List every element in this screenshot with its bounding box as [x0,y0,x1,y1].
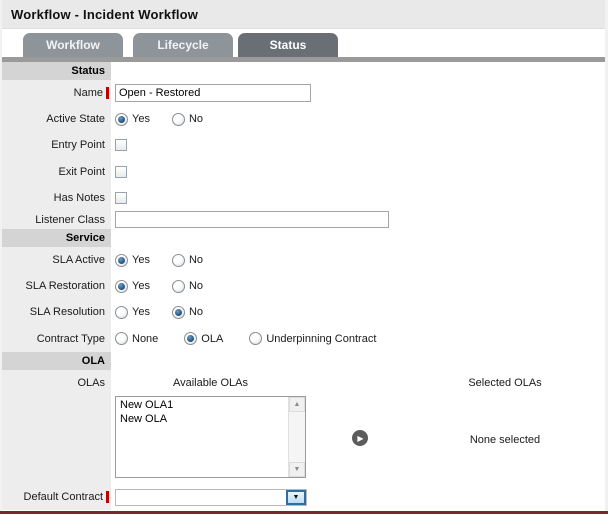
scroll-down-icon[interactable]: ▼ [289,462,305,477]
active-state-no-label: No [188,113,204,125]
workflow-editor-window: Workflow - Incident Workflow Workflow Li… [2,0,605,511]
sla-restoration-label: SLA Restoration [25,280,106,292]
active-state-no-radio[interactable] [171,112,185,126]
field-row-sla-active: SLA Active Yes No [2,247,605,273]
sla-active-no-radio[interactable] [171,253,185,267]
listener-class-label: Listener Class [35,213,105,226]
exit-point-checkbox[interactable] [115,165,127,178]
sla-active-yes-radio[interactable] [115,253,128,267]
name-label: Name [73,87,103,99]
field-row-active-state: Active State Yes No [2,106,605,132]
section-status-label: Status [2,62,111,80]
field-row-has-notes: Has Notes [2,185,605,210]
move-right-icon: ▶ [357,433,364,443]
field-row-listener-class: Listener Class [2,210,605,229]
field-row-contract-type: Contract Type None OLA Underpinning Cont… [2,325,605,352]
sla-restoration-yes-radio[interactable] [115,279,128,293]
available-olas-listbox[interactable]: New OLA1 New OLA ▲ ▼ [115,396,306,478]
selected-olas-empty-text: None selected [469,434,541,446]
section-service-label: Service [2,229,111,247]
sla-resolution-no-label: No [188,306,204,318]
field-row-name: Name [2,80,605,106]
has-notes-label: Has Notes [53,191,105,204]
name-input[interactable] [115,84,311,102]
required-marker [106,87,109,99]
move-right-button[interactable]: ▶ [352,430,368,446]
sla-active-label: SLA Active [52,254,105,266]
listbox-scrollbar[interactable]: ▲ ▼ [288,397,305,477]
tab-lifecycle[interactable]: Lifecycle [133,33,233,57]
field-row-sla-resolution: SLA Resolution Yes No [2,299,605,325]
contract-type-underpinning-label: Underpinning Contract [266,332,377,345]
contract-type-underpinning-radio[interactable] [249,332,263,345]
available-olas-heading: Available OLAs [172,377,248,389]
entry-point-checkbox[interactable] [115,139,127,151]
sla-resolution-yes-label: Yes [132,306,150,318]
sla-restoration-yes-label: Yes [132,280,150,292]
active-state-yes-label: Yes [132,113,150,125]
sla-resolution-no-radio[interactable] [171,305,185,319]
list-item[interactable]: New OLA1 [116,398,288,412]
scroll-up-icon[interactable]: ▲ [289,397,305,412]
sla-active-yes-label: Yes [132,254,150,266]
selected-olas-heading: Selected OLAs [468,377,542,389]
section-ola: OLA [2,352,605,370]
sla-active-no-label: No [188,254,204,266]
default-contract-value [116,490,286,505]
page-title: Workflow - Incident Workflow [11,6,199,22]
title-bar: Workflow - Incident Workflow [2,0,605,29]
contract-type-none-label: None [132,332,159,345]
entry-point-label: Entry Point [51,139,105,151]
sla-resolution-label: SLA Resolution [29,306,105,318]
contract-type-none-radio[interactable] [115,332,128,345]
active-state-label: Active State [46,113,105,125]
field-row-default-contract: Default Contract ▼ [2,484,605,510]
olas-label: OLAs [77,377,105,389]
active-state-yes-radio[interactable] [115,112,128,126]
sla-resolution-yes-radio[interactable] [115,305,128,319]
sla-restoration-no-radio[interactable] [171,279,185,293]
field-row-exit-point: Exit Point [2,158,605,185]
listener-class-input[interactable] [115,211,389,228]
sla-restoration-no-label: No [188,280,204,292]
contract-type-ola-label: OLA [201,332,224,345]
field-row-sla-restoration: SLA Restoration Yes No [2,273,605,299]
required-marker [106,491,109,503]
section-service: Service [2,229,605,247]
field-row-olas: OLAs Available OLAs Selected OLAs New OL… [2,370,605,484]
default-contract-select[interactable]: ▼ [115,488,307,506]
status-tab-panel: Status Name Active State Yes [2,57,605,510]
contract-type-label: Contract Type [36,332,105,345]
list-item[interactable]: New OLA [116,412,288,426]
default-contract-label: Default Contract [23,491,103,503]
section-ola-label: OLA [2,352,111,370]
dropdown-arrow-icon[interactable]: ▼ [286,489,306,505]
field-row-entry-point: Entry Point [2,132,605,158]
tab-workflow[interactable]: Workflow [23,33,123,57]
exit-point-label: Exit Point [58,165,105,178]
tab-status[interactable]: Status [238,33,338,57]
has-notes-checkbox[interactable] [115,191,127,204]
tab-bar: Workflow Lifecycle Status [2,29,605,57]
section-status: Status [2,62,605,80]
contract-type-ola-radio[interactable] [184,332,198,345]
